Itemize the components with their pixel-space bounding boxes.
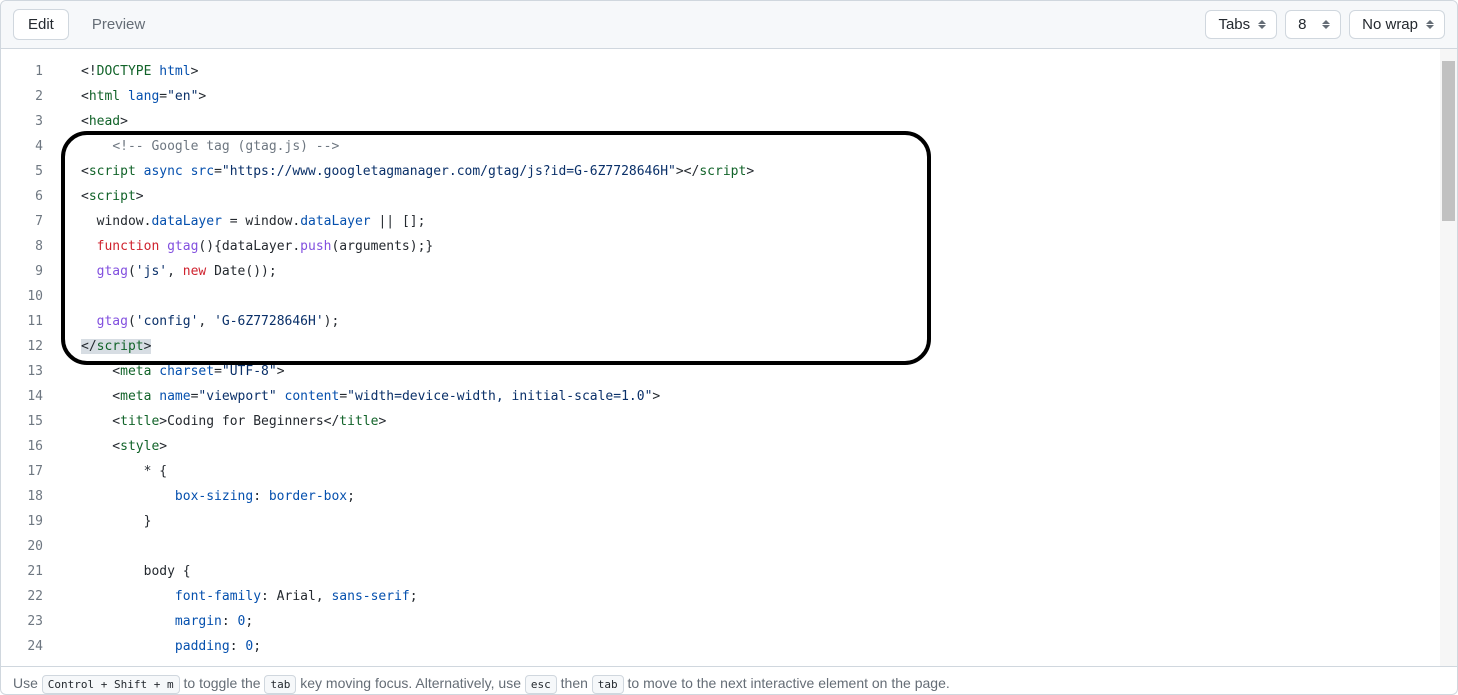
line-number: 11 [1,309,61,334]
line-number: 1 [1,59,61,84]
line-number: 9 [1,259,61,284]
line-number: 14 [1,384,61,409]
code-line[interactable]: </script> [81,334,1457,359]
line-number: 3 [1,109,61,134]
line-number: 16 [1,434,61,459]
footer-text: to move to the next interactive element … [624,675,950,691]
code-line[interactable]: margin: 0; [81,609,1457,634]
code-line[interactable]: gtag('js', new Date()); [81,259,1457,284]
scrollbar-thumb[interactable] [1442,61,1455,221]
line-number: 22 [1,584,61,609]
code-line[interactable]: gtag('config', 'G-6Z7728646H'); [81,309,1457,334]
editor-body[interactable]: 123456789101112131415161718192021222324 … [1,49,1457,666]
code-line[interactable] [81,534,1457,559]
line-number: 8 [1,234,61,259]
line-number: 4 [1,134,61,159]
code-line[interactable]: <style> [81,434,1457,459]
code-line[interactable]: <meta charset="UTF-8"> [81,359,1457,384]
code-line[interactable]: function gtag(){dataLayer.push(arguments… [81,234,1457,259]
kbd-tab: tab [264,675,296,694]
wrap-mode-value: No wrap [1362,16,1418,33]
code-line[interactable]: box-sizing: border-box; [81,484,1457,509]
code-line[interactable]: } [81,509,1457,534]
line-number: 7 [1,209,61,234]
editor-footer-hint: Use Control + Shift + m to toggle the ta… [1,666,1457,694]
wrap-mode-select[interactable]: No wrap [1349,10,1445,39]
code-line[interactable]: <head> [81,109,1457,134]
line-number: 2 [1,84,61,109]
line-number: 13 [1,359,61,384]
code-line[interactable]: <!DOCTYPE html> [81,59,1457,84]
kbd-esc: esc [525,675,557,694]
line-number-gutter: 123456789101112131415161718192021222324 [1,49,61,666]
code-line[interactable]: body { [81,559,1457,584]
toolbar-right: Tabs 8 No wrap [1205,10,1445,39]
indent-size-select[interactable]: 8 [1285,10,1341,39]
indent-mode-value: Tabs [1218,16,1250,33]
indent-size-value: 8 [1298,16,1306,33]
editor-toolbar: Edit Preview Tabs 8 No wrap [1,1,1457,49]
line-number: 6 [1,184,61,209]
line-number: 10 [1,284,61,309]
sort-caret-icon [1426,19,1436,31]
code-line[interactable]: <meta name="viewport" content="width=dev… [81,384,1457,409]
code-line[interactable]: <html lang="en"> [81,84,1457,109]
indent-mode-select[interactable]: Tabs [1205,10,1277,39]
footer-text: Use [13,675,42,691]
code-line[interactable]: <script> [81,184,1457,209]
kbd-toggle: Control + Shift + m [42,675,180,694]
footer-text: to toggle the [180,675,265,691]
code-line[interactable]: <title>Coding for Beginners</title> [81,409,1457,434]
line-number: 19 [1,509,61,534]
footer-text: then [557,675,592,691]
line-number: 21 [1,559,61,584]
kbd-tab: tab [592,675,624,694]
code-line[interactable] [81,284,1457,309]
line-number: 18 [1,484,61,509]
scrollbar-track[interactable] [1440,49,1457,666]
line-number: 17 [1,459,61,484]
edit-tab[interactable]: Edit [13,9,69,40]
code-line[interactable]: * { [81,459,1457,484]
code-line[interactable]: <!-- Google tag (gtag.js) --> [81,134,1457,159]
line-number: 20 [1,534,61,559]
editor-container: Edit Preview Tabs 8 No wrap [0,0,1458,695]
code-line[interactable]: font-family: Arial, sans-serif; [81,584,1457,609]
sort-caret-icon [1322,19,1332,31]
code-line[interactable]: padding: 0; [81,634,1457,659]
line-number: 24 [1,634,61,659]
code-line[interactable]: window.dataLayer = window.dataLayer || [… [81,209,1457,234]
footer-text: key moving focus. Alternatively, use [296,675,525,691]
line-number: 12 [1,334,61,359]
code-area[interactable]: <!DOCTYPE html><html lang="en"><head> <!… [61,49,1457,666]
line-number: 15 [1,409,61,434]
code-line[interactable]: <script async src="https://www.googletag… [81,159,1457,184]
line-number: 5 [1,159,61,184]
toolbar-left: Edit Preview [13,9,160,40]
line-number: 23 [1,609,61,634]
sort-caret-icon [1258,19,1268,31]
preview-tab[interactable]: Preview [77,9,160,40]
